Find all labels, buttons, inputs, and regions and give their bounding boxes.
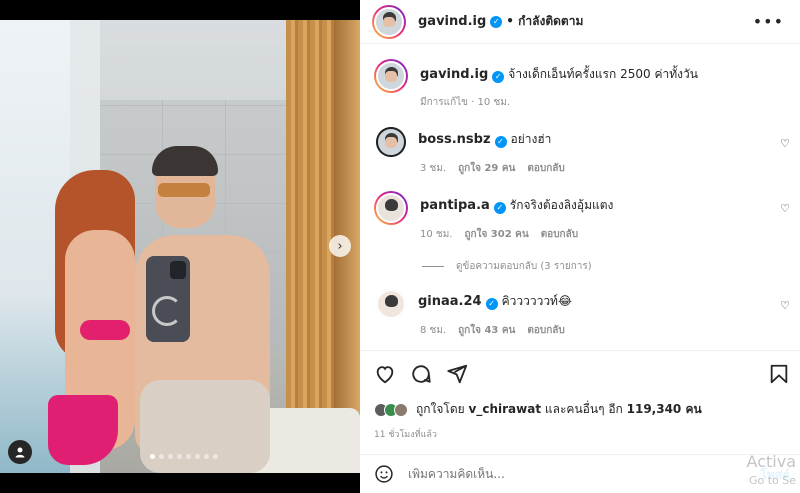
- reply-button[interactable]: ตอบกลับ: [527, 161, 564, 176]
- tag-user-icon[interactable]: [8, 440, 32, 464]
- emoji-icon[interactable]: [374, 464, 394, 484]
- comment-meta: 8 ชม. ถูกใจ 43 คน ตอบกลับ: [420, 323, 565, 338]
- os-watermark: Activa: [746, 452, 796, 471]
- next-arrow-icon[interactable]: ›: [329, 235, 351, 257]
- caption-username[interactable]: gavind.ig: [420, 67, 488, 82]
- avatar[interactable]: [376, 289, 406, 319]
- avatar[interactable]: [374, 191, 408, 225]
- like-count[interactable]: 119,340 คน: [627, 402, 702, 416]
- post-media: ›: [0, 0, 360, 493]
- comment-username[interactable]: pantipa.a: [420, 198, 490, 213]
- comment-username[interactable]: ginaa.24: [418, 294, 482, 309]
- comment-input[interactable]: [408, 467, 708, 481]
- likes-summary[interactable]: ถูกใจโดย v_chirawat และคนอื่นๆ อีก 119,3…: [374, 400, 702, 419]
- comment-item: boss.nsbz ✓ อย่างฮ่า: [374, 127, 794, 157]
- carousel-dot: [150, 454, 155, 459]
- carousel-dot: [204, 454, 209, 459]
- follow-status[interactable]: • กำลังติดตาม: [506, 12, 583, 31]
- author-username[interactable]: gavind.ig: [418, 14, 486, 29]
- comment-likes[interactable]: ถูกใจ 29 คน: [458, 161, 515, 176]
- comment-item: pantipa.a ✓ รักจริงต้องลิงอุ้มแตง: [374, 191, 794, 225]
- heart-icon[interactable]: ♡: [780, 299, 790, 312]
- post-header: gavind.ig ✓ • กำลังติดตาม •••: [360, 0, 800, 44]
- heart-icon[interactable]: [374, 363, 396, 385]
- bookmark-icon[interactable]: [768, 363, 790, 385]
- caption-meta: มีการแก้ไข · 10 ชม.: [420, 97, 510, 108]
- os-watermark-sub: Go to Se: [748, 474, 796, 487]
- avatar[interactable]: [376, 127, 406, 157]
- share-icon[interactable]: [446, 363, 468, 385]
- verified-icon: ✓: [494, 136, 507, 148]
- reply-button[interactable]: ตอบกลับ: [541, 227, 578, 242]
- comment-likes[interactable]: ถูกใจ 302 คน: [464, 227, 528, 242]
- caption: gavind.ig ✓ จ้างเด็กเอ็นท์ครั้งแรก 2500 ค่…: [374, 59, 794, 93]
- comment-text: รักจริงต้องลิงอุ้มแตง: [509, 198, 614, 212]
- comment-meta: 3 ชม. ถูกใจ 29 คน ตอบกลับ: [420, 161, 565, 176]
- verified-icon: ✓: [492, 71, 505, 83]
- add-comment-bar: [360, 454, 800, 493]
- verified-icon: ✓: [485, 298, 498, 310]
- comment-item: ginaa.24 ✓ คิววววววท์😂: [374, 289, 794, 319]
- liker-avatar: [394, 402, 408, 417]
- more-icon[interactable]: •••: [753, 12, 784, 31]
- view-replies[interactable]: ดูข้อความตอบกลับ (3 รายการ): [422, 259, 592, 274]
- comment-likes[interactable]: ถูกใจ 43 คน: [458, 323, 515, 338]
- carousel-dot: [168, 454, 173, 459]
- post-photo[interactable]: [0, 20, 360, 473]
- reply-button[interactable]: ตอบกลับ: [527, 323, 564, 338]
- liker-username[interactable]: v_chirawat: [469, 402, 542, 416]
- carousel-dots: [150, 454, 218, 459]
- comments-list: gavind.ig ✓ จ้างเด็กเอ็นท์ครั้งแรก 2500 ค่…: [360, 45, 800, 350]
- comment-username[interactable]: boss.nsbz: [418, 132, 491, 147]
- comment-text: คิววววววท์😂: [501, 294, 572, 308]
- comment-meta: 10 ชม. ถูกใจ 302 คน ตอบกลับ: [420, 227, 579, 242]
- heart-icon[interactable]: ♡: [780, 202, 790, 215]
- carousel-dot: [186, 454, 191, 459]
- comment-text: อย่างฮ่า: [510, 132, 552, 146]
- caption-text: จ้างเด็กเอ็นท์ครั้งแรก 2500 ค่าทั้งวัน: [508, 67, 698, 81]
- carousel-dot: [177, 454, 182, 459]
- post-timestamp: 11 ชั่วโมงที่แล้ว: [374, 430, 437, 440]
- author-avatar[interactable]: [372, 4, 406, 39]
- carousel-dot: [159, 454, 164, 459]
- carousel-dot: [195, 454, 200, 459]
- comment-icon[interactable]: [410, 363, 432, 385]
- carousel-dot: [213, 454, 218, 459]
- avatar[interactable]: [374, 59, 408, 93]
- verified-icon: ✓: [490, 15, 503, 28]
- action-bar: [360, 350, 800, 396]
- heart-icon[interactable]: ♡: [780, 137, 790, 150]
- post-panel: gavind.ig ✓ • กำลังติดตาม ••• gavind.ig ✓…: [360, 0, 800, 493]
- verified-icon: ✓: [493, 202, 506, 214]
